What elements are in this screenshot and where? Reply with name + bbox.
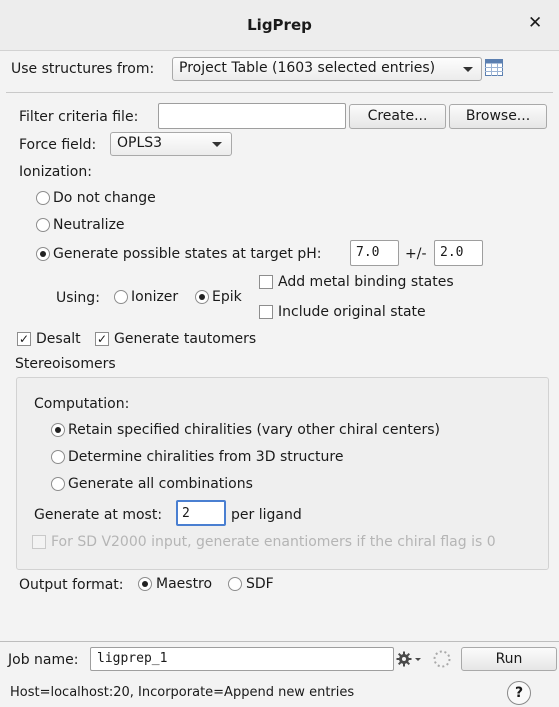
window-title: LigPrep [247, 16, 312, 34]
title-bar: LigPrep ✕ [0, 0, 559, 51]
determine-chiralities-label: Determine chiralities from 3D structure [68, 449, 344, 465]
radio-ionizer[interactable] [114, 290, 128, 304]
radio-sdf[interactable] [228, 577, 242, 591]
retain-chiralities-label: Retain specified chiralities (vary other… [68, 422, 440, 438]
metal-binding-label: Add metal binding states [278, 274, 454, 290]
help-icon[interactable]: ? [507, 681, 531, 705]
chevron-down-icon [463, 67, 473, 72]
force-field-label: Force field: [19, 137, 97, 153]
at-most-label: Generate at most: [34, 507, 163, 523]
structures-dropdown[interactable]: Project Table (1603 selected entries) [172, 57, 482, 81]
radio-neutralize[interactable] [36, 218, 50, 232]
ionizer-label: Ionizer [131, 289, 179, 305]
close-icon[interactable]: ✕ [528, 13, 542, 33]
ionization-header: Ionization: [19, 164, 92, 180]
radio-retain-chiralities[interactable] [51, 423, 65, 437]
sd-enantiomers-checkbox[interactable] [32, 535, 46, 549]
neutralize-label: Neutralize [53, 217, 125, 233]
structures-selected: Project Table (1603 selected entries) [179, 60, 436, 76]
at-most-input[interactable]: 2 [176, 500, 226, 526]
chevron-down-icon [212, 142, 222, 147]
radio-all-combinations[interactable] [51, 477, 65, 491]
radio-determine-chiralities[interactable] [51, 450, 65, 464]
divider [6, 92, 553, 93]
desalt-checkbox[interactable]: ✓ [17, 332, 31, 346]
radio-epik[interactable] [195, 290, 209, 304]
tautomers-label: Generate tautomers [114, 331, 257, 347]
computation-label: Computation: [34, 396, 130, 412]
plus-minus-label: +/- [405, 246, 427, 262]
ph-tolerance-input[interactable]: 2.0 [434, 240, 483, 266]
do-not-change-label: Do not change [53, 190, 156, 206]
radio-maestro[interactable] [138, 577, 152, 591]
create-button[interactable]: Create... [349, 104, 446, 129]
job-name-input[interactable]: ligprep_1 [90, 647, 394, 671]
include-original-checkbox[interactable] [259, 305, 273, 319]
desalt-label: Desalt [36, 331, 81, 347]
include-original-label: Include original state [278, 304, 426, 320]
ph-input[interactable]: 7.0 [350, 240, 399, 266]
structures-label: Use structures from: [11, 61, 155, 77]
table-icon[interactable] [485, 59, 503, 76]
run-button[interactable]: Run [461, 647, 557, 671]
all-combinations-label: Generate all combinations [68, 476, 253, 492]
force-field-dropdown[interactable]: OPLS3 [110, 132, 232, 156]
spinner-icon [432, 649, 452, 669]
browse-button[interactable]: Browse... [449, 104, 547, 129]
using-label: Using: [56, 290, 100, 306]
per-ligand-label: per ligand [231, 507, 302, 523]
gear-icon[interactable] [396, 650, 424, 668]
output-format-label: Output format: [19, 577, 124, 593]
radio-generate-states[interactable] [36, 247, 50, 261]
generate-states-label: Generate possible states at target pH: [53, 246, 322, 262]
radio-do-not-change[interactable] [36, 191, 50, 205]
tautomers-checkbox[interactable]: ✓ [95, 332, 109, 346]
status-text: Host=localhost:20, Incorporate=Append ne… [10, 685, 355, 700]
filter-file-input[interactable] [158, 103, 346, 129]
stereoisomers-header: Stereoisomers [15, 356, 116, 372]
epik-label: Epik [212, 289, 242, 305]
sdf-label: SDF [246, 576, 274, 592]
sd-enantiomers-label: For SD V2000 input, generate enantiomers… [51, 534, 496, 550]
maestro-label: Maestro [156, 576, 213, 592]
divider [0, 641, 559, 642]
job-name-label: Job name: [8, 652, 79, 668]
force-field-selected: OPLS3 [117, 135, 163, 151]
filter-label: Filter criteria file: [19, 109, 139, 125]
metal-binding-checkbox[interactable] [259, 275, 273, 289]
